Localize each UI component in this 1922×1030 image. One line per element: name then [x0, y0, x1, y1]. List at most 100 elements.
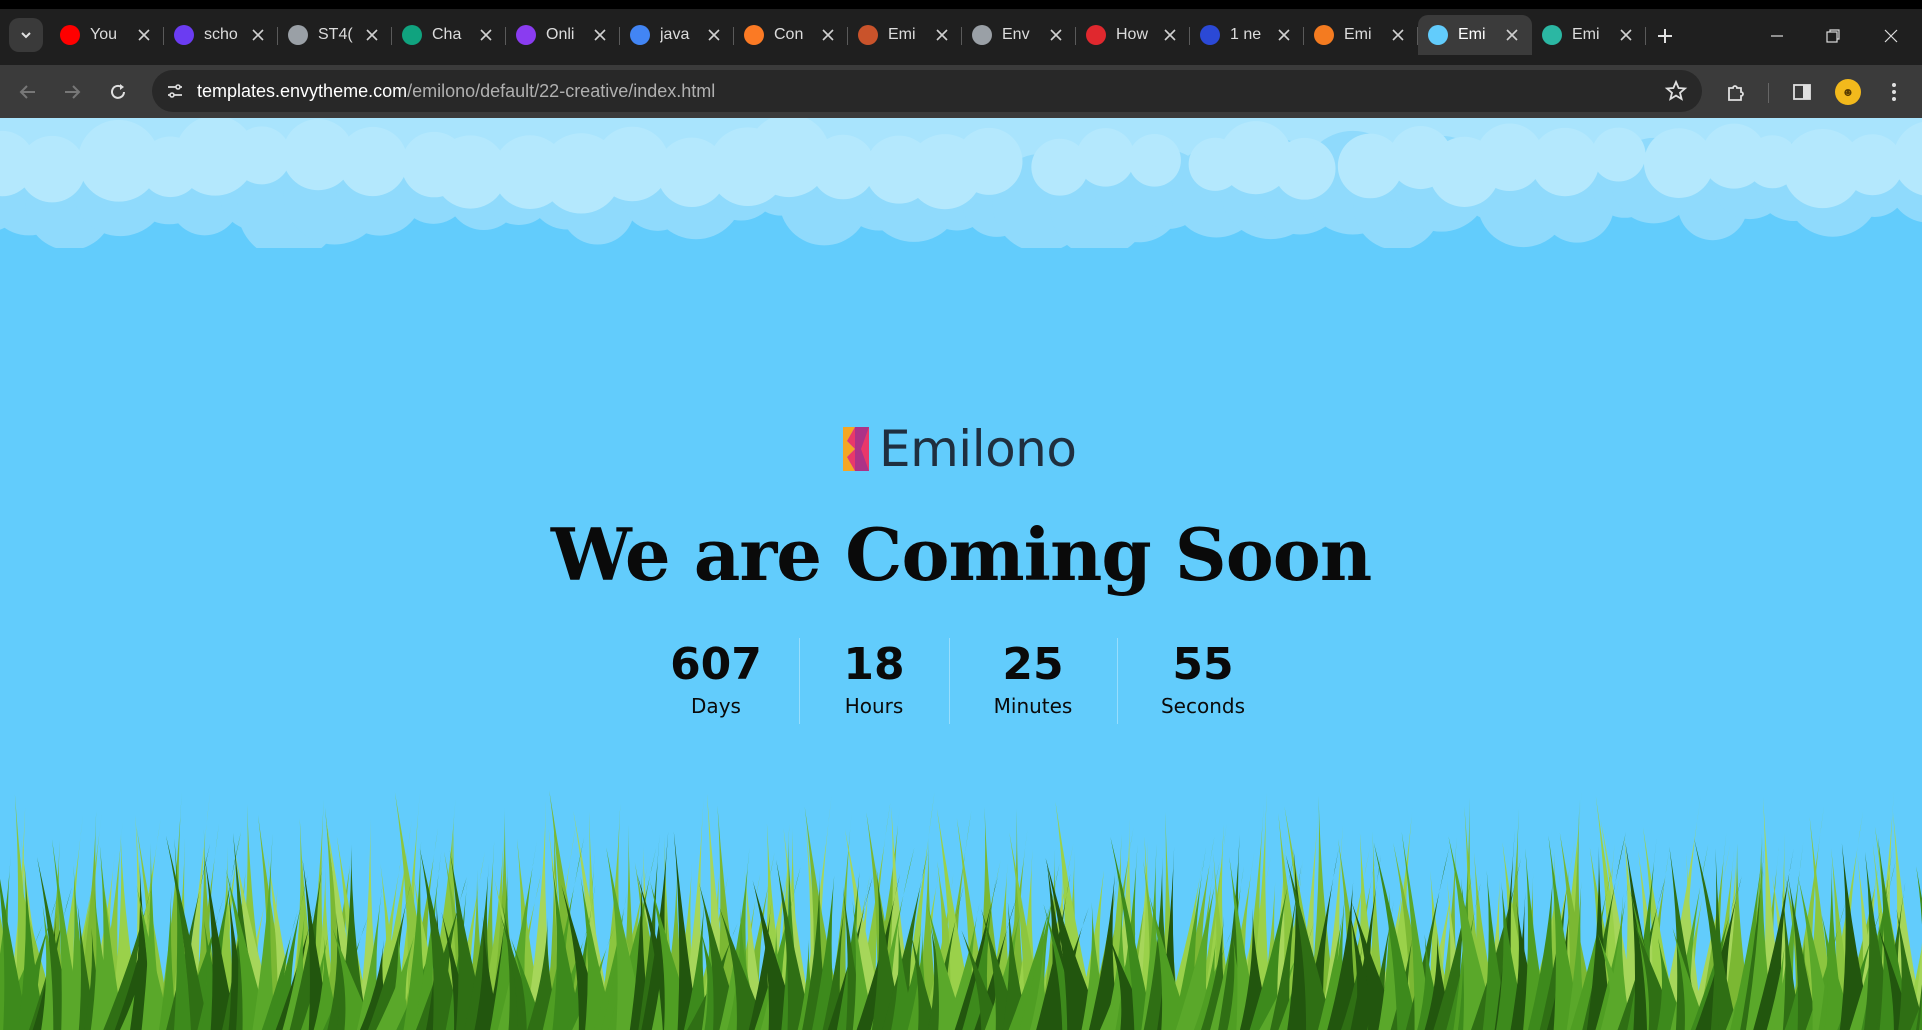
- tab-title: Emi: [1572, 26, 1600, 43]
- close-tab-button[interactable]: [1046, 25, 1066, 45]
- building-icon: [858, 25, 878, 45]
- browser-tab[interactable]: Emi: [848, 15, 962, 55]
- arrow-left-icon: [19, 85, 35, 99]
- browser-tab[interactable]: 1 ne: [1190, 15, 1304, 55]
- browser-tab[interactable]: Emi: [1304, 15, 1418, 55]
- new-tab-button[interactable]: [1652, 23, 1678, 49]
- chatgpt-icon: [402, 25, 422, 45]
- close-tab-button[interactable]: [134, 25, 154, 45]
- close-tab-button[interactable]: [362, 25, 382, 45]
- emilono-logo-icon: [843, 427, 869, 471]
- tab-title: Env: [1002, 26, 1030, 43]
- browser-tab[interactable]: Cha: [392, 15, 506, 55]
- tab-title: java: [660, 26, 690, 43]
- globe-icon: [288, 25, 308, 45]
- site-logo[interactable]: Emilono: [843, 420, 1077, 478]
- tab-title: Emi: [1458, 26, 1486, 43]
- et-icon: [1200, 25, 1220, 45]
- minimize-icon: [1771, 35, 1783, 37]
- close-tab-button[interactable]: [932, 25, 952, 45]
- close-icon: [138, 29, 150, 41]
- browser-tab[interactable]: Env: [962, 15, 1076, 55]
- red-bars-icon: [1086, 25, 1106, 45]
- forward-button[interactable]: [56, 76, 88, 108]
- xampp-icon: [744, 25, 764, 45]
- toolbar-divider: [1768, 83, 1769, 103]
- profile-button[interactable]: ☻: [1834, 78, 1862, 106]
- browser-tab[interactable]: ST4(: [278, 15, 392, 55]
- tab-title: Emi: [1344, 26, 1372, 43]
- browser-tab[interactable]: How: [1076, 15, 1190, 55]
- extensions-button[interactable]: [1722, 78, 1750, 106]
- google-icon: [630, 25, 650, 45]
- countdown-label: Days: [691, 694, 741, 718]
- p-logo-icon: [516, 25, 536, 45]
- close-tab-button[interactable]: [476, 25, 496, 45]
- youtube-icon: [60, 25, 80, 45]
- close-icon: [366, 29, 378, 41]
- countdown-minutes: 25 Minutes: [949, 638, 1117, 724]
- browser-toolbar: templates.envytheme.com/emilono/default/…: [0, 65, 1922, 118]
- globe-icon: [972, 25, 992, 45]
- close-tab-button[interactable]: [1616, 25, 1636, 45]
- restore-button[interactable]: [1818, 23, 1848, 49]
- close-window-button[interactable]: [1876, 23, 1906, 49]
- colorful-circle-icon: [1542, 25, 1562, 45]
- close-icon: [1884, 29, 1898, 43]
- site-info-icon[interactable]: [162, 78, 188, 104]
- tab-title: ST4(: [318, 26, 353, 43]
- browser-tab[interactable]: Onli: [506, 15, 620, 55]
- countdown-label: Minutes: [993, 694, 1073, 718]
- browser-tab[interactable]: scho: [164, 15, 278, 55]
- logo-text: Emilono: [879, 420, 1077, 478]
- close-icon: [708, 29, 720, 41]
- countdown-value: 55: [1172, 639, 1234, 690]
- countdown: 607 Days 18 Hours 25 Minutes 55 Seconds: [0, 638, 1922, 724]
- close-tab-button[interactable]: [1502, 25, 1522, 45]
- reload-button[interactable]: [102, 76, 134, 108]
- menu-button[interactable]: [1880, 78, 1908, 106]
- browser-tab[interactable]: Emi: [1418, 15, 1532, 55]
- close-tab-button[interactable]: [1274, 25, 1294, 45]
- close-tab-button[interactable]: [818, 25, 838, 45]
- countdown-value: 25: [1002, 639, 1064, 690]
- clouds-decoration: [0, 118, 1922, 248]
- side-panel-icon: [1793, 84, 1811, 100]
- page-title: We are Coming Soon: [550, 512, 1372, 597]
- browser-tab[interactable]: You: [50, 15, 164, 55]
- url-host: templates.envytheme.com: [197, 81, 408, 101]
- address-bar[interactable]: templates.envytheme.com/emilono/default/…: [152, 70, 1702, 112]
- tab-search-button[interactable]: [9, 18, 43, 52]
- arrow-right-icon: [65, 85, 81, 99]
- tab-separator: [1645, 27, 1646, 45]
- url-text[interactable]: templates.envytheme.com/emilono/default/…: [197, 81, 715, 102]
- side-panel-button[interactable]: [1788, 78, 1816, 106]
- countdown-hours: 18 Hours: [799, 638, 949, 724]
- close-tab-button[interactable]: [590, 25, 610, 45]
- close-tab-button[interactable]: [1160, 25, 1180, 45]
- minimize-button[interactable]: [1762, 23, 1792, 49]
- kebab-menu-icon: [1892, 83, 1896, 101]
- tab-title: Cha: [432, 26, 462, 43]
- url-path: /emilono/default/22-creative/index.html: [407, 81, 716, 101]
- bookmark-star-icon[interactable]: [1664, 79, 1688, 103]
- pin-icon: [1428, 25, 1448, 45]
- plus-icon: [1658, 29, 1672, 43]
- browser-tab[interactable]: Con: [734, 15, 848, 55]
- reload-icon: [111, 84, 125, 99]
- back-button[interactable]: [12, 76, 44, 108]
- close-tab-button[interactable]: [1388, 25, 1408, 45]
- browser-tab[interactable]: java: [620, 15, 734, 55]
- tab-title: You: [90, 26, 117, 43]
- countdown-value: 607: [670, 639, 762, 690]
- tab-list: You scho ST4( Cha Onli java Con Emi Env How 1 ne Em…: [50, 15, 1646, 55]
- tab-title: Emi: [888, 26, 916, 43]
- puzzle-icon: [1728, 85, 1744, 101]
- close-tab-button[interactable]: [704, 25, 724, 45]
- orange-x-icon: [1314, 25, 1334, 45]
- close-tab-button[interactable]: [248, 25, 268, 45]
- close-icon: [252, 29, 264, 41]
- close-icon: [594, 29, 606, 41]
- close-icon: [822, 29, 834, 41]
- browser-tab[interactable]: Emi: [1532, 15, 1646, 55]
